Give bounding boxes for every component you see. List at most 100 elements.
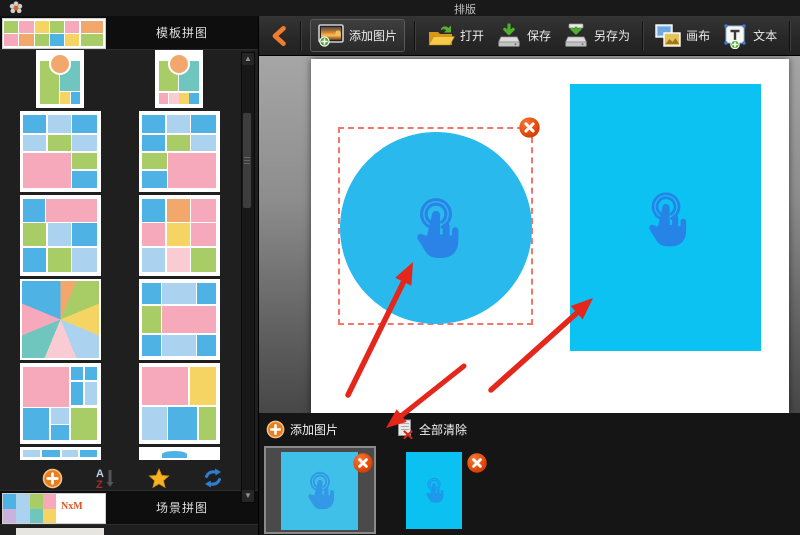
circle-image-placeholder[interactable] (340, 132, 532, 324)
template-thumbnail[interactable] (140, 113, 218, 190)
scene-nxm-badge: NxM (61, 501, 83, 512)
tray-add-image-button[interactable]: 添加图片 (266, 420, 338, 439)
title-bar: 排版 (0, 0, 800, 16)
template-thumbnail[interactable] (140, 365, 218, 442)
template-cell (23, 366, 70, 407)
template-cell (162, 282, 196, 305)
template-cell (65, 20, 80, 33)
save-as-button[interactable]: 另存为 (560, 21, 633, 51)
template-thumbnail[interactable] (140, 197, 218, 274)
template-cell (142, 282, 161, 305)
rect-image-placeholder[interactable] (570, 84, 761, 351)
template-cell (29, 494, 43, 509)
toolbar-separator (300, 20, 301, 51)
template-cell (166, 198, 190, 222)
main-area: 添加图片 打开 保存 另存为 画布 文本 添加图片 全部清除 (259, 16, 800, 535)
template-cell (142, 170, 167, 189)
remove-thumbnail-button[interactable] (466, 452, 487, 473)
template-cell (142, 366, 189, 406)
open-button[interactable]: 打开 (424, 22, 487, 50)
template-thumbnail[interactable] (21, 365, 99, 442)
clear-all-label: 全部清除 (419, 422, 468, 437)
template-cell (166, 247, 190, 273)
template-cell (162, 305, 216, 334)
image-thumbnail[interactable] (406, 452, 462, 529)
scrollbar-thumb[interactable] (243, 113, 251, 208)
back-button[interactable] (267, 23, 291, 49)
template-cell (49, 34, 65, 47)
template-thumbnail[interactable] (21, 281, 99, 358)
add-image-icon (318, 24, 344, 47)
template-circle-cell (168, 53, 190, 75)
text-tool-icon (724, 23, 746, 49)
template-cell (197, 282, 216, 305)
save-button[interactable]: 保存 (493, 21, 554, 51)
template-thumbnail[interactable] (21, 113, 99, 190)
template-cell (19, 20, 34, 33)
sort-az-button[interactable]: A Z (95, 467, 115, 491)
template-thumbnail[interactable] (21, 197, 99, 274)
sidebar-scrollbar[interactable]: ▲ ▼ (241, 52, 255, 503)
close-icon (353, 453, 373, 473)
template-cell (80, 20, 103, 33)
template-cell (168, 406, 198, 441)
template-cell (3, 508, 17, 523)
template-cell (4, 20, 19, 33)
template-cell (4, 34, 19, 47)
template-cell (162, 451, 187, 458)
clear-all-button[interactable]: 全部清除 (396, 419, 467, 439)
template-cell (168, 153, 216, 189)
template-cell (47, 114, 71, 133)
image-thumbnail-selected[interactable] (264, 446, 376, 534)
add-image-button[interactable]: 添加图片 (310, 19, 406, 52)
template-thumbnail[interactable] (38, 52, 82, 106)
scene-section-header[interactable]: NxM 场景拼图 (0, 490, 258, 525)
text-label: 文本 (753, 29, 778, 43)
template-cell (34, 34, 49, 47)
template-cell (34, 20, 49, 33)
window-title: 排版 (454, 4, 476, 16)
remove-thumbnail-button[interactable] (352, 452, 373, 473)
add-plus-icon (266, 420, 285, 438)
text-button[interactable]: 文本 (719, 21, 780, 51)
template-cell (72, 170, 97, 189)
canvas-layers-icon (655, 23, 681, 47)
template-cell (70, 381, 84, 406)
template-thumbnail[interactable] (140, 281, 218, 358)
toolbar-separator (789, 20, 791, 51)
template-cell (16, 494, 30, 509)
template-thumbnail[interactable] (157, 52, 201, 106)
tap-hand-icon (422, 477, 446, 507)
template-cell (50, 408, 70, 424)
template-cell (179, 93, 189, 104)
template-cell (72, 153, 97, 170)
favorite-star-button[interactable] (147, 467, 170, 489)
canvas-button[interactable]: 画布 (652, 22, 713, 50)
template-cell (72, 247, 97, 273)
template-cell (50, 425, 70, 441)
template-cell (142, 247, 166, 273)
template-cell (142, 406, 167, 441)
workspace-background (259, 56, 800, 413)
clear-all-icon (398, 419, 413, 439)
layout-canvas[interactable] (311, 59, 789, 413)
refresh-button[interactable] (202, 467, 224, 489)
template-cell (189, 366, 216, 406)
template-thumbnail[interactable] (140, 449, 218, 458)
template-list (0, 50, 258, 466)
template-cell (166, 134, 190, 152)
template-cell (142, 114, 166, 133)
template-thumbnail[interactable] (21, 449, 99, 458)
template-cell (142, 334, 161, 357)
template-section-label: 模板拼图 (155, 26, 208, 40)
back-chevron-icon (272, 25, 286, 46)
next-section-preview-partial[interactable] (16, 528, 104, 535)
template-section-header[interactable]: 模板拼图 (0, 16, 258, 50)
save-as-label: 另存为 (594, 29, 631, 43)
template-cell (191, 198, 216, 222)
remove-circle-image-button[interactable] (519, 117, 540, 138)
scroll-down-icon[interactable]: ▼ (242, 490, 254, 502)
template-cell (29, 508, 43, 523)
scroll-up-icon[interactable]: ▲ (242, 53, 254, 65)
add-template-button[interactable] (42, 468, 63, 489)
